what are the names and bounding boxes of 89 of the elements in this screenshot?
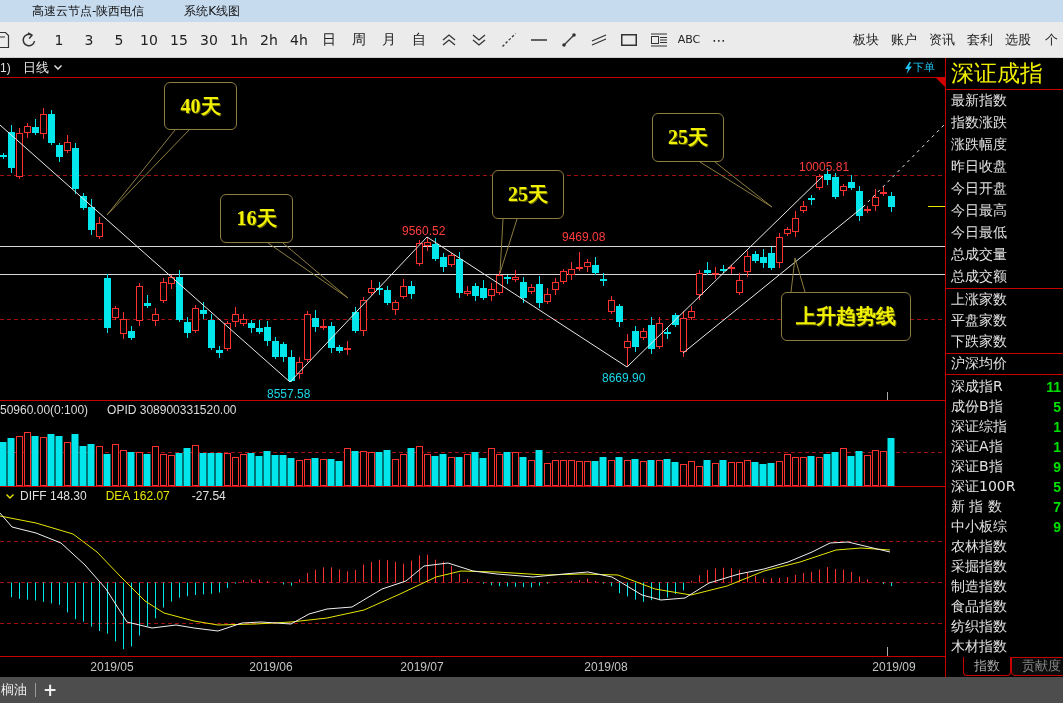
index-name[interactable]: 中小板综	[951, 518, 1007, 536]
panel-tab[interactable]: 贡献度	[1011, 657, 1063, 676]
index-name[interactable]: 食品指数	[951, 598, 1007, 616]
quote-field-label: 下跌家数	[951, 333, 1007, 352]
quote-field-label: 今日最低	[951, 224, 1007, 242]
document-icon[interactable]	[0, 31, 9, 48]
index-name[interactable]: 深证综指	[951, 418, 1007, 436]
date-label: 2019/06	[249, 660, 293, 674]
menu-item[interactable]: 板块	[853, 30, 879, 49]
period-dropdown[interactable]: 日线	[22, 58, 62, 77]
caret-icon[interactable]	[6, 493, 14, 499]
refresh-icon[interactable]	[21, 31, 37, 48]
more-item[interactable]: ⋯	[712, 31, 726, 48]
quote-field-label: 总成交量	[951, 246, 1007, 264]
menu-item[interactable]: 账户	[891, 30, 917, 49]
add-tab-button[interactable]: +	[41, 681, 60, 699]
panel-tab[interactable]: 指数	[963, 657, 1011, 676]
date-label: 2019/07	[400, 660, 444, 674]
index-value: 7	[1053, 499, 1061, 515]
quote-field-label: 上涨家数	[951, 290, 1007, 309]
window-tab[interactable]: 高速云节点-陕西电信	[32, 2, 145, 20]
date-label: 2019/08	[584, 660, 628, 674]
period-item[interactable]: 1h	[230, 31, 248, 48]
caret-icon[interactable]	[53, 65, 62, 70]
period-item[interactable]: 周	[352, 30, 366, 49]
period-item[interactable]: 10	[140, 31, 158, 48]
period-item[interactable]: 15	[170, 31, 188, 48]
index-value: 1	[1053, 419, 1061, 435]
period-item[interactable]: 1	[54, 31, 64, 48]
period-item[interactable]: 3	[84, 31, 94, 48]
quote-field-label: 最新指数	[951, 92, 1007, 110]
period-item[interactable]: 自	[412, 30, 426, 49]
quote-field-label: 今日最高	[951, 202, 1007, 220]
period-item[interactable]: 月	[382, 30, 396, 49]
sheet-tab[interactable]: 榈油	[0, 681, 35, 699]
quote-field-label: 涨跌幅度	[951, 136, 1007, 154]
quote-field-label: 昨日收盘	[951, 158, 1007, 176]
menu-item[interactable]: 套利	[967, 30, 993, 49]
order-button[interactable]: 下单	[905, 60, 935, 75]
quote-field-label: 总成交额	[951, 268, 1007, 286]
index-name[interactable]: 纺织指数	[951, 618, 1007, 636]
index-name[interactable]: 深证A指	[951, 438, 1003, 456]
index-name[interactable]: 成份B指	[951, 398, 1003, 416]
index-value: 9	[1053, 459, 1061, 475]
volume-readout: 50960.00(0:100)	[0, 402, 89, 417]
quote-title: 深证成指	[946, 58, 1063, 90]
quote-field-label: 沪深均价	[951, 355, 1007, 373]
index-name[interactable]: 木材指数	[951, 638, 1007, 656]
segment-icon[interactable]	[562, 32, 576, 47]
menu-item[interactable]: 选股	[1005, 30, 1031, 49]
chart-index-label: 1)	[0, 60, 11, 75]
period-item[interactable]: 5	[114, 31, 124, 48]
index-name[interactable]: 新 指 数	[951, 498, 1002, 516]
opid-readout: OPID 308900331520.00	[107, 402, 237, 417]
period-item[interactable]: 30	[200, 31, 218, 48]
index-name[interactable]: 制造指数	[951, 578, 1007, 596]
index-name[interactable]: 深证100R	[951, 478, 1016, 496]
period-item[interactable]: 日	[322, 30, 336, 49]
macd-value: -27.54	[191, 489, 226, 503]
dashed-line-icon[interactable]	[502, 32, 516, 47]
window-tab[interactable]: 系统K线图	[184, 2, 241, 20]
menu-item[interactable]: 资讯	[929, 30, 955, 49]
index-value: 1	[1053, 439, 1061, 455]
quote-field-label: 今日开盘	[951, 180, 1007, 198]
menu-item[interactable]: 个	[1045, 30, 1058, 49]
lightning-icon	[905, 61, 912, 74]
line-icon[interactable]	[531, 38, 547, 41]
quote-field-label: 指数涨跌	[951, 114, 1007, 132]
date-label: 2019/05	[90, 660, 134, 674]
dea-value: DEA 162.07	[105, 489, 170, 503]
date-label: 2019/09	[872, 660, 916, 674]
index-name[interactable]: 采掘指数	[951, 558, 1007, 576]
index-name[interactable]: 深成指R	[951, 378, 1003, 396]
quote-field-label: 平盘家数	[951, 312, 1007, 330]
period-item[interactable]: 2h	[260, 31, 278, 48]
diff-value: DIFF 148.30	[20, 489, 87, 503]
parallel-lines-icon[interactable]	[591, 33, 607, 46]
text-lines-icon[interactable]	[651, 32, 667, 47]
index-name[interactable]: 深证B指	[951, 458, 1003, 476]
index-value: 9	[1053, 519, 1061, 535]
rectangle-icon[interactable]	[621, 33, 637, 46]
index-value: 5	[1053, 479, 1061, 495]
double-chevron-down-icon[interactable]	[472, 33, 486, 46]
period-item[interactable]: 4h	[290, 31, 308, 48]
text-tool-item[interactable]: ABC	[677, 33, 701, 46]
index-value: 11	[1046, 379, 1061, 395]
index-name[interactable]: 农林指数	[951, 538, 1007, 556]
double-chevron-up-icon[interactable]	[442, 33, 456, 46]
index-value: 5	[1053, 399, 1061, 415]
